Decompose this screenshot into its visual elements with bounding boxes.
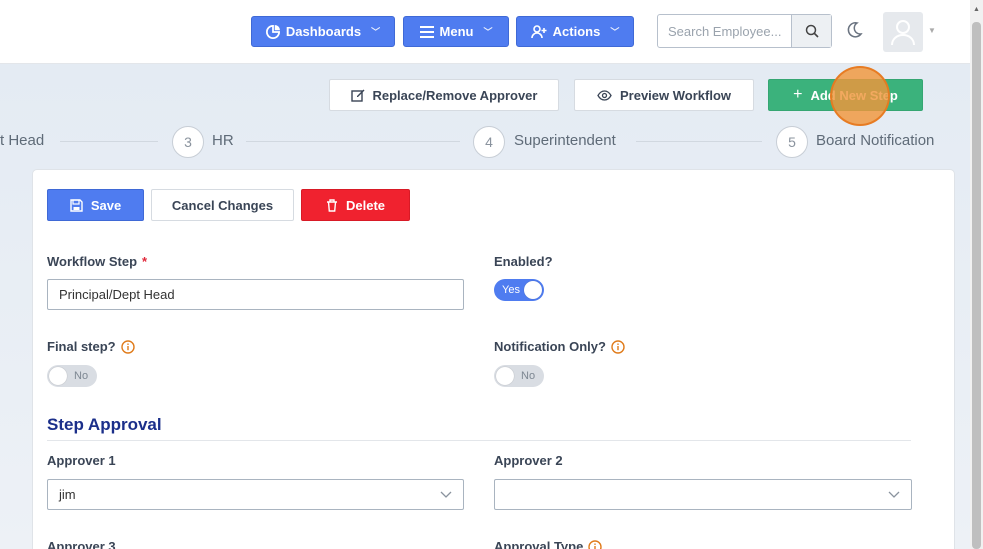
enabled-toggle-text: Yes: [502, 284, 520, 296]
final-step-label-text: Final step?: [47, 339, 116, 354]
approval-type-label-text: Approval Type: [494, 539, 584, 549]
step-label-hr[interactable]: HR: [212, 132, 234, 149]
dashboards-button[interactable]: Dashboards ﹀: [251, 16, 395, 47]
search-icon: [805, 24, 819, 38]
pie-chart-icon: [265, 24, 280, 39]
menu-label: Menu: [439, 24, 474, 39]
info-icon[interactable]: [611, 339, 625, 354]
toggle-knob: [524, 281, 542, 299]
delete-button[interactable]: Delete: [301, 189, 410, 221]
actions-label: Actions: [552, 24, 601, 39]
cancel-changes-button[interactable]: Cancel Changes: [151, 189, 294, 221]
click-indicator: [830, 66, 890, 126]
save-label: Save: [90, 197, 122, 213]
chevron-down-icon: ﹀: [610, 27, 620, 37]
approver2-select[interactable]: [494, 479, 912, 510]
user-avatar[interactable]: [883, 12, 923, 52]
notification-only-toggle[interactable]: No: [494, 365, 544, 387]
approver2-label: Approver 2: [494, 453, 563, 468]
chevron-down-icon: [888, 491, 900, 498]
edit-icon: [350, 89, 364, 102]
step-connector: [246, 141, 460, 142]
preview-workflow-label: Preview Workflow: [619, 87, 731, 103]
cancel-changes-label: Cancel Changes: [171, 197, 274, 213]
replace-remove-approver-button[interactable]: Replace/Remove Approver: [329, 79, 559, 111]
trash-icon: [326, 198, 337, 212]
chevron-down-icon: ﹀: [371, 27, 381, 37]
final-step-toggle-text: No: [74, 370, 89, 382]
caret-down-icon[interactable]: ▼: [928, 26, 936, 35]
hamburger-icon: [419, 25, 434, 38]
approver3-label-text: Approver 3: [47, 539, 116, 549]
eye-icon: [597, 89, 612, 101]
section-divider: [47, 440, 911, 441]
info-icon[interactable]: [120, 339, 135, 354]
approver3-label: Approver 3: [47, 539, 116, 549]
step-label-principal[interactable]: t Head: [0, 132, 44, 149]
scroll-up-arrow-icon[interactable]: ▲: [973, 6, 980, 13]
dark-mode-toggle[interactable]: [845, 21, 863, 42]
enabled-toggle[interactable]: Yes: [494, 279, 544, 301]
delete-label: Delete: [345, 197, 386, 213]
step-connector: [60, 141, 158, 142]
actions-button[interactable]: Actions ﹀: [516, 16, 634, 47]
approver2-label-text: Approver 2: [494, 453, 563, 468]
notification-only-toggle-text: No: [521, 370, 536, 382]
top-navbar: Dashboards ﹀ Menu ﹀ Actions ﹀ ▼: [0, 0, 970, 64]
save-icon: [70, 198, 83, 212]
enabled-label-text: Enabled?: [494, 254, 553, 269]
final-step-toggle[interactable]: No: [47, 365, 97, 387]
plus-icon: +: [793, 86, 803, 103]
step-connector: [636, 141, 762, 142]
required-marker: *: [142, 254, 148, 269]
step-label-board-notification[interactable]: Board Notification: [816, 132, 934, 149]
step-number-superintendent[interactable]: 4: [473, 126, 505, 158]
approver1-value: jim: [59, 487, 76, 502]
notification-only-label: Notification Only?: [494, 339, 625, 354]
menu-button[interactable]: Menu ﹀: [403, 16, 509, 47]
enabled-label: Enabled?: [494, 254, 553, 269]
scrollbar-thumb[interactable]: [972, 22, 981, 549]
info-icon[interactable]: [588, 539, 603, 549]
employee-search: [657, 14, 832, 48]
chevron-down-icon: ﹀: [483, 27, 493, 37]
workflow-step-label: Workflow Step *: [47, 254, 147, 269]
final-step-label: Final step?: [47, 339, 135, 354]
moon-icon: [847, 22, 863, 38]
approver1-label: Approver 1: [47, 453, 116, 468]
save-button[interactable]: Save: [47, 189, 144, 221]
toggle-knob: [49, 367, 67, 385]
user-plus-icon: [530, 24, 547, 38]
dashboards-label: Dashboards: [285, 24, 362, 39]
page-scrollbar[interactable]: ▲: [970, 0, 983, 549]
step-number-board-notification[interactable]: 5: [776, 126, 808, 158]
approval-type-label: Approval Type: [494, 539, 603, 549]
chevron-down-icon: [440, 491, 452, 498]
step-label-superintendent[interactable]: Superintendent: [514, 132, 616, 149]
search-button[interactable]: [791, 15, 831, 47]
notification-only-label-text: Notification Only?: [494, 339, 606, 354]
toggle-knob: [496, 367, 514, 385]
workflow-step-label-text: Workflow Step: [47, 254, 138, 269]
approver1-select[interactable]: jim: [47, 479, 464, 510]
search-input[interactable]: [658, 15, 791, 47]
user-icon: [891, 20, 915, 46]
approver1-label-text: Approver 1: [47, 453, 116, 468]
workflow-step-input[interactable]: Principal/Dept Head: [47, 279, 464, 310]
step-approval-heading: Step Approval: [47, 415, 162, 434]
step-number-hr[interactable]: 3: [172, 126, 204, 158]
preview-workflow-button[interactable]: Preview Workflow: [574, 79, 754, 111]
replace-remove-approver-label: Replace/Remove Approver: [372, 87, 538, 103]
